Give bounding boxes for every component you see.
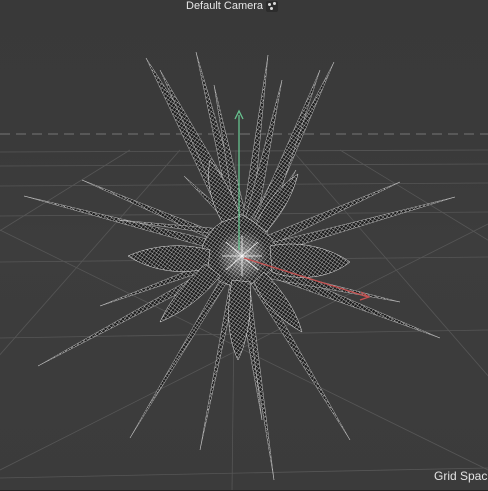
3d-viewport[interactable]: Default Camera Grid Spacin bbox=[0, 0, 488, 491]
viewport-scene[interactable] bbox=[0, 0, 488, 491]
mesh-lobe bbox=[228, 279, 251, 361]
mesh-lobe bbox=[127, 245, 211, 272]
camera-selector[interactable]: Default Camera bbox=[186, 0, 279, 12]
camera-name: Default Camera bbox=[186, 0, 264, 12]
camera-orbit-icon[interactable] bbox=[266, 0, 279, 12]
mesh-lobe bbox=[269, 243, 351, 278]
mesh-spike bbox=[249, 69, 321, 237]
mesh-spike bbox=[23, 195, 229, 253]
grid-spacing-label: Grid Spacin bbox=[434, 469, 488, 483]
